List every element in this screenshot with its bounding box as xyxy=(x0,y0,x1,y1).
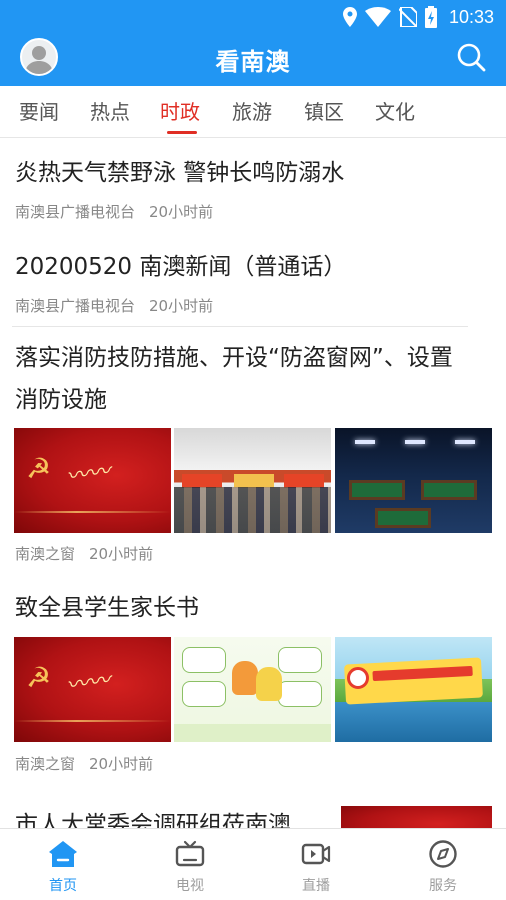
news-meta: 南澳县广播电视台 20小时前 xyxy=(15,295,213,316)
news-time: 20小时前 xyxy=(89,545,154,563)
news-thumbnails: ☭ 〰〰 xyxy=(14,428,492,533)
battery-charging-icon xyxy=(424,6,437,28)
bottom-navigation: 首页 电视 直播 服务 xyxy=(0,828,506,900)
news-source: 南澳之窗 xyxy=(15,545,76,563)
news-meta: 南澳县广播电视台 20小时前 xyxy=(15,201,213,222)
news-meta: 南澳之窗 20小时前 xyxy=(15,543,153,564)
calligraphy-decoration: 〰〰 xyxy=(64,459,112,490)
nav-label: 电视 xyxy=(176,878,204,894)
tab-important-news[interactable]: 要闻 xyxy=(19,86,59,138)
news-title: 20200520 南澳新闻（普通话） xyxy=(15,254,347,280)
news-title-line: 消防设施 xyxy=(15,387,107,413)
nav-label: 首页 xyxy=(49,878,77,894)
news-thumbnail-billiard-hall xyxy=(335,428,492,533)
news-title: 炎热天气禁野泳 警钟长鸣防溺水 xyxy=(15,160,345,186)
status-time: 10:33 xyxy=(448,6,494,27)
news-item[interactable]: 落实消防技防措施、开设“防盗窗网”、设置 消防设施 ☭ 〰〰 南澳之窗 20小时… xyxy=(0,327,506,577)
user-avatar-icon[interactable] xyxy=(20,38,58,76)
news-time: 20小时前 xyxy=(149,203,214,221)
nav-live[interactable]: 直播 xyxy=(253,829,379,900)
party-emblem-icon: ☭ xyxy=(26,452,52,485)
news-thumbnail-red-banner: ☭ 〰〰 xyxy=(14,637,171,742)
news-title: 市人大常委会调研组莅南澳 xyxy=(15,812,291,828)
wifi-icon xyxy=(364,7,391,27)
news-title: 致全县学生家长书 xyxy=(15,595,199,621)
news-thumbnail-red-banner xyxy=(341,806,492,828)
news-source: 南澳县广播电视台 xyxy=(15,203,136,221)
party-emblem-icon: ☭ xyxy=(26,661,52,694)
news-title-line: 落实消防技防措施、开设“防盗窗网”、设置 xyxy=(15,345,453,371)
tab-hot[interactable]: 热点 xyxy=(90,86,130,138)
tab-culture[interactable]: 文化 xyxy=(375,86,415,138)
search-icon[interactable] xyxy=(454,40,488,74)
calligraphy-decoration: 〰〰 xyxy=(64,668,112,699)
status-bar: 10:33 xyxy=(0,0,506,34)
news-time: 20小时前 xyxy=(89,755,154,773)
news-feed: 炎热天气禁野泳 警钟长鸣防溺水 南澳县广播电视台 20小时前 20200520 南… xyxy=(0,138,506,828)
news-thumbnails: ☭ 〰〰 xyxy=(14,637,492,742)
no-sim-icon xyxy=(398,7,417,27)
nav-tv[interactable]: 电视 xyxy=(127,829,253,900)
no-swimming-icon xyxy=(347,667,369,689)
app-title: 看南澳 xyxy=(215,48,291,76)
news-item[interactable]: 致全县学生家长书 ☭ 〰〰 南澳之窗 20小时前 xyxy=(0,577,506,790)
nav-label: 直播 xyxy=(302,878,330,894)
nav-services[interactable]: 服务 xyxy=(380,829,506,900)
nav-home[interactable]: 首页 xyxy=(0,829,126,900)
location-icon xyxy=(342,7,357,27)
news-source: 南澳县广播电视台 xyxy=(15,297,136,315)
news-source: 南澳之窗 xyxy=(15,755,76,773)
category-tabs: 要闻 热点 时政 旅游 镇区 文化 xyxy=(0,86,506,138)
news-thumbnail-street-crowd xyxy=(174,428,331,533)
status-icons: 10:33 xyxy=(342,6,494,28)
nav-label: 服务 xyxy=(429,878,457,894)
tab-travel[interactable]: 旅游 xyxy=(232,86,272,138)
news-meta: 南澳之窗 20小时前 xyxy=(15,753,153,774)
news-thumbnail-swim-safety xyxy=(335,637,492,742)
news-item[interactable]: 20200520 南澳新闻（普通话） 南澳县广播电视台 20小时前 xyxy=(0,232,506,326)
news-thumbnail-red-banner: ☭ 〰〰 xyxy=(14,428,171,533)
active-tab-indicator xyxy=(167,131,197,134)
app-header: 看南澳 xyxy=(0,34,506,86)
news-item[interactable]: 市人大常委会调研组莅南澳 xyxy=(0,802,506,828)
tab-towns[interactable]: 镇区 xyxy=(304,86,344,138)
news-item[interactable]: 炎热天气禁野泳 警钟长鸣防溺水 南澳县广播电视台 20小时前 xyxy=(0,138,506,232)
news-thumbnail-children-cartoon xyxy=(174,637,331,742)
news-title: 落实消防技防措施、开设“防盗窗网”、设置 消防设施 xyxy=(15,337,491,421)
news-time: 20小时前 xyxy=(149,297,214,315)
